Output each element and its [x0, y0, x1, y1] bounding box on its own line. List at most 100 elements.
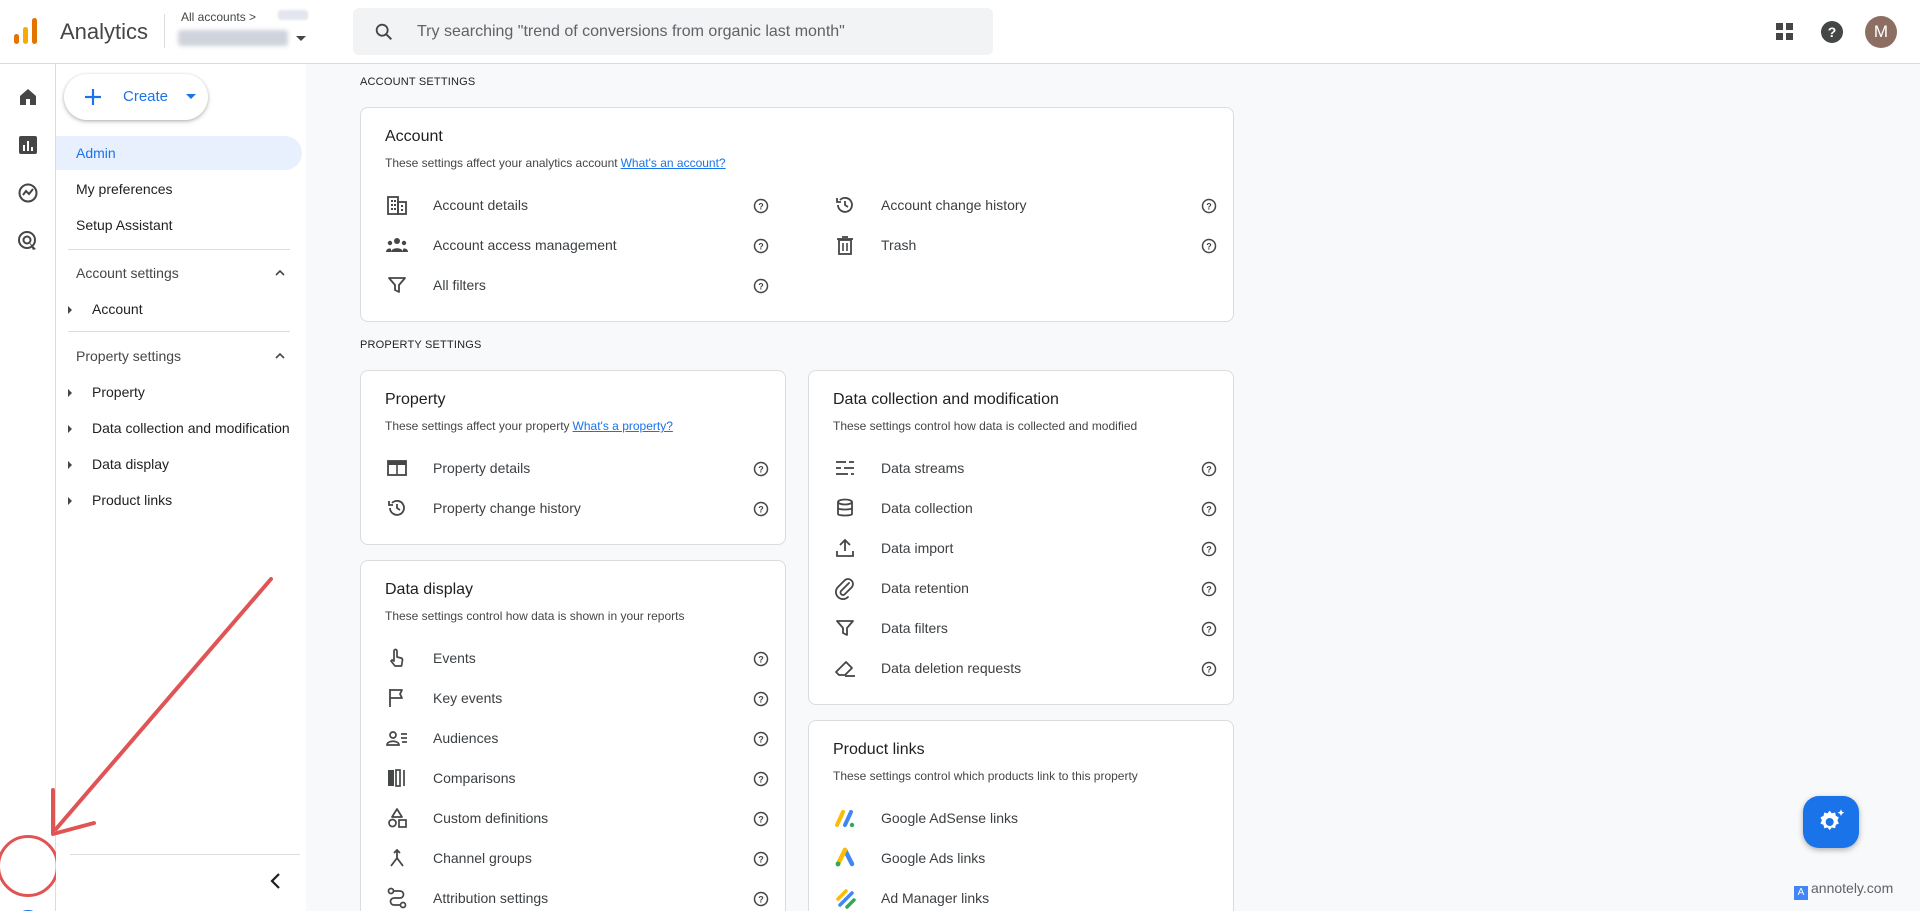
- row-custom-definitions[interactable]: Custom definitions ?: [385, 798, 769, 838]
- account-picker-caret-icon[interactable]: [296, 36, 306, 41]
- help-circle-icon[interactable]: ?: [753, 651, 769, 667]
- user-avatar[interactable]: M: [1865, 16, 1897, 48]
- row-google-ads-links[interactable]: Google Ads links: [833, 838, 1213, 878]
- nav-sub-data-display[interactable]: Data display: [56, 449, 302, 479]
- attachment-icon: [835, 578, 854, 600]
- row-data-deletion-requests[interactable]: Data deletion requests ?: [833, 648, 1217, 688]
- row-events[interactable]: Events ?: [385, 638, 769, 678]
- row-all-filters[interactable]: All filters ?: [385, 265, 785, 305]
- create-label: Create: [123, 88, 169, 105]
- row-data-filters[interactable]: Data filters ?: [833, 608, 1217, 648]
- apps-grid-icon[interactable]: [1771, 18, 1799, 46]
- help-circle-icon[interactable]: ?: [1201, 661, 1217, 677]
- row-channel-groups[interactable]: Channel groups ?: [385, 838, 769, 878]
- row-account-change-history[interactable]: Account change history ?: [833, 185, 1233, 225]
- row-label: Ad Manager links: [881, 890, 990, 906]
- blurred-property-name[interactable]: [178, 30, 288, 46]
- help-circle-icon[interactable]: ?: [753, 851, 769, 867]
- adsense-logo-icon: [835, 810, 855, 828]
- create-button[interactable]: Create: [64, 74, 208, 120]
- nav-sub-product-links[interactable]: Product links: [56, 485, 302, 515]
- row-account-access-management[interactable]: Account access management ?: [385, 225, 785, 265]
- help-circle-icon[interactable]: ?: [753, 891, 769, 907]
- row-data-collection[interactable]: Data collection ?: [833, 488, 1217, 528]
- account-settings-section-header[interactable]: Account settings: [76, 263, 296, 283]
- help-circle-icon[interactable]: ?: [753, 501, 769, 517]
- help-circle-icon[interactable]: ?: [1201, 501, 1217, 517]
- help-circle-icon[interactable]: ?: [1201, 621, 1217, 637]
- history-icon: [836, 197, 853, 213]
- nav-divider: [68, 331, 290, 332]
- nav-sub-property[interactable]: Property: [56, 377, 302, 407]
- svg-text:?: ?: [1206, 242, 1212, 252]
- row-label: Google Ads links: [881, 850, 986, 866]
- help-circle-icon[interactable]: ?: [1201, 198, 1217, 214]
- help-circle-icon[interactable]: ?: [753, 811, 769, 827]
- plus-icon: [85, 89, 101, 105]
- row-label: Property details: [433, 460, 531, 476]
- help-circle-icon[interactable]: ?: [1201, 541, 1217, 557]
- help-circle-icon[interactable]: ?: [753, 461, 769, 477]
- touch-icon: [390, 648, 404, 667]
- explore-icon[interactable]: [16, 181, 40, 205]
- help-circle-icon[interactable]: ?: [753, 278, 769, 294]
- row-label: Data filters: [881, 620, 948, 636]
- search-input[interactable]: [417, 8, 977, 55]
- row-ad-manager-links[interactable]: Ad Manager links: [833, 878, 1213, 911]
- chevron-up-icon[interactable]: [274, 350, 286, 362]
- svg-text:?: ?: [758, 465, 764, 475]
- help-circle-icon[interactable]: ?: [1201, 461, 1217, 477]
- nav-sub-account[interactable]: Account: [56, 294, 302, 324]
- card-description: These settings control which products li…: [833, 769, 1138, 783]
- whats-a-property-link[interactable]: What's a property?: [573, 419, 673, 433]
- help-circle-icon[interactable]: ?: [753, 238, 769, 254]
- svg-text:?: ?: [758, 655, 764, 665]
- row-comparisons[interactable]: Comparisons ?: [385, 758, 769, 798]
- help-circle-icon[interactable]: ?: [753, 731, 769, 747]
- nav-item-my-preferences[interactable]: My preferences: [56, 172, 302, 206]
- help-circle-icon[interactable]: ?: [1201, 581, 1217, 597]
- property-settings-section-header[interactable]: Property settings: [76, 346, 296, 366]
- search-bar[interactable]: [353, 8, 993, 55]
- row-data-retention[interactable]: Data retention ?: [833, 568, 1217, 608]
- row-property-change-history[interactable]: Property change history ?: [385, 488, 769, 528]
- help-icon[interactable]: ?: [1818, 18, 1846, 46]
- card-title: Product links: [833, 741, 925, 758]
- row-property-details[interactable]: Property details ?: [385, 448, 769, 488]
- account-card: Account These settings affect your analy…: [360, 107, 1234, 322]
- header-divider: [164, 14, 165, 48]
- help-circle-icon[interactable]: ?: [753, 691, 769, 707]
- reports-icon[interactable]: [16, 133, 40, 157]
- row-attribution-settings[interactable]: Attribution settings ?: [385, 878, 769, 911]
- advertising-icon[interactable]: [16, 229, 40, 253]
- collapse-nav-chevron-left-icon[interactable]: [264, 869, 288, 893]
- svg-text:?: ?: [758, 735, 764, 745]
- audience-icon: [386, 731, 407, 746]
- account-breadcrumb[interactable]: All accounts >: [181, 10, 256, 24]
- svg-text:?: ?: [1206, 505, 1212, 515]
- row-google-adsense-links[interactable]: Google AdSense links: [833, 798, 1213, 838]
- whats-an-account-link[interactable]: What's an account?: [621, 156, 726, 170]
- card-title: Data display: [385, 581, 474, 598]
- nav-sub-data-collection[interactable]: Data collection and modification: [56, 413, 302, 443]
- expand-triangle-icon: [68, 389, 72, 397]
- help-circle-icon[interactable]: ?: [753, 771, 769, 787]
- help-circle-icon[interactable]: ?: [1201, 238, 1217, 254]
- row-key-events[interactable]: Key events ?: [385, 678, 769, 718]
- row-label: Account details: [433, 197, 528, 213]
- settings-assistant-fab[interactable]: [1803, 796, 1859, 848]
- help-circle-icon[interactable]: ?: [753, 198, 769, 214]
- row-account-details[interactable]: Account details ?: [385, 185, 785, 225]
- home-icon[interactable]: [16, 85, 40, 109]
- row-label: Account change history: [881, 197, 1027, 213]
- svg-text:?: ?: [758, 282, 764, 292]
- nav-item-admin[interactable]: Admin: [56, 136, 302, 170]
- chevron-up-icon[interactable]: [274, 267, 286, 279]
- row-trash[interactable]: Trash ?: [833, 225, 1233, 265]
- card-description: These settings control how data is shown…: [385, 609, 685, 623]
- row-data-import[interactable]: Data import ?: [833, 528, 1217, 568]
- analytics-logo[interactable]: [12, 16, 42, 46]
- row-audiences[interactable]: Audiences ?: [385, 718, 769, 758]
- row-data-streams[interactable]: Data streams ?: [833, 448, 1217, 488]
- nav-item-setup-assistant[interactable]: Setup Assistant: [56, 208, 302, 242]
